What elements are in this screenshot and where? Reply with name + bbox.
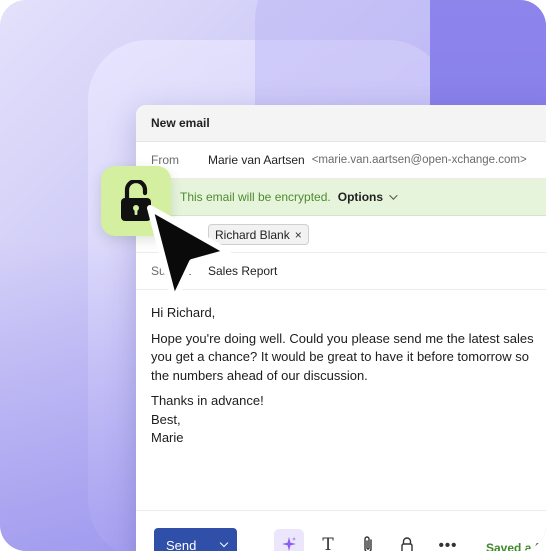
body-closing: Best, (151, 411, 181, 427)
body-line: the numbers ahead of our discussion. (151, 367, 368, 383)
saved-status: Saved a f (486, 541, 539, 551)
remove-recipient-icon[interactable]: × (295, 228, 302, 242)
body-signature: Marie (151, 430, 184, 445)
chevron-down-icon[interactable] (219, 538, 229, 548)
text-format-icon[interactable]: T (316, 533, 340, 551)
compose-toolbar: Send T ••• Saved a f (136, 510, 546, 551)
sender-name: Marie van Aartsen (208, 153, 305, 167)
lock-icon[interactable] (395, 533, 419, 551)
mouse-pointer-icon (147, 205, 231, 303)
send-label: Send (166, 537, 197, 551)
more-icon[interactable]: ••• (436, 533, 460, 551)
encryption-options-button[interactable]: Options (338, 190, 383, 204)
compose-window: New email From Marie van Aartsen <marie.… (136, 105, 546, 551)
chevron-down-icon[interactable] (389, 191, 398, 200)
from-label: From (151, 153, 179, 167)
paperclip-icon[interactable] (356, 533, 380, 551)
compose-titlebar: New email (136, 105, 546, 142)
background-shape (0, 240, 140, 551)
send-button[interactable]: Send (154, 528, 237, 551)
from-row[interactable]: From Marie van Aartsen <marie.van.aartse… (136, 142, 546, 179)
body-line: Hope you're doing well. Could you please… (151, 330, 534, 346)
sender-email: <marie.van.aartsen@open-xchange.com> (311, 154, 527, 166)
body-closing: Thanks in advance! (151, 393, 264, 408)
ai-sparkle-icon[interactable] (274, 529, 304, 551)
body-line: you get a chance? It would be great to h… (151, 349, 529, 364)
message-body[interactable]: Hi Richard, Hope you're doing well. Coul… (151, 304, 546, 448)
compose-title: New email (151, 116, 210, 130)
background: New email From Marie van Aartsen <marie.… (0, 0, 546, 551)
